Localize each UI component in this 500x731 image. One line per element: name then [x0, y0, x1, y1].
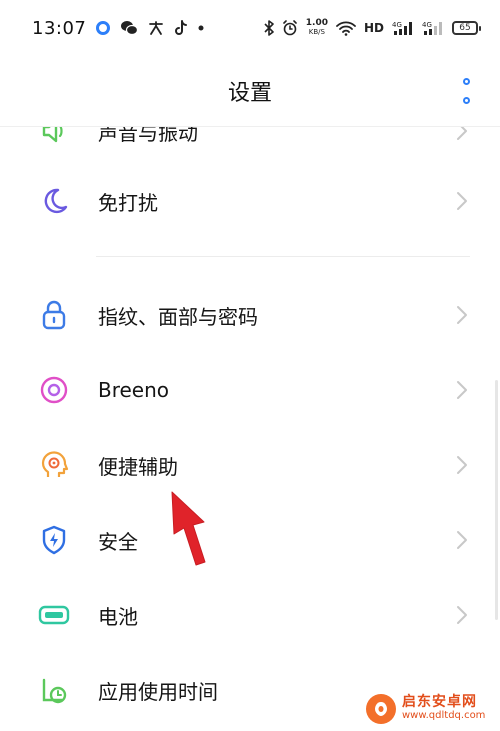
battery-icon — [38, 599, 70, 631]
settings-item-label: 免打扰 — [98, 190, 158, 215]
settings-item-security-lock[interactable]: 指纹、面部与密码 — [0, 278, 500, 352]
watermark-logo-icon — [366, 693, 396, 724]
settings-item-breeno[interactable]: Breeno — [0, 353, 500, 427]
status-left: 13:07 — [32, 18, 204, 39]
more-dot — [462, 78, 470, 85]
settings-item-label: 电池 — [98, 604, 138, 629]
app-header: 设置 — [0, 56, 500, 127]
tiktok-icon — [174, 20, 188, 36]
alarm-icon — [282, 20, 298, 36]
settings-item-label: 安全 — [98, 529, 138, 554]
hd-label: HD — [363, 21, 384, 35]
status-bar: 13:07 1.00 KB/S HD 4G 4G 65 — [0, 0, 500, 56]
watermark-title: 启东安卓网 — [402, 693, 477, 710]
network-speed-unit: KB/S — [308, 28, 325, 36]
signal-icon-2: 4G — [422, 20, 444, 36]
app-notify-icon-2 — [148, 20, 164, 36]
chevron-right-icon — [457, 306, 467, 324]
wifi-icon — [336, 20, 356, 36]
settings-item-label: Breeno — [98, 378, 170, 402]
app-notify-icon — [96, 21, 111, 35]
bluetooth-icon — [264, 20, 274, 36]
settings-item-safety[interactable]: 安全 — [0, 503, 500, 577]
settings-item-label: 指纹、面部与密码 — [98, 304, 258, 329]
settings-item-label: 应用使用时间 — [98, 679, 218, 704]
shield-icon — [38, 524, 70, 556]
watermark-url: www.qdltdq.com — [402, 709, 486, 721]
battery-level: 65 — [452, 21, 481, 35]
lock-icon — [38, 299, 70, 331]
settings-item-battery[interactable]: 电池 — [0, 578, 500, 652]
settings-item-label: 便捷辅助 — [98, 454, 178, 479]
status-right: 1.00 KB/S HD 4G 4G 65 — [264, 19, 481, 37]
clock-icon — [38, 674, 70, 706]
svg-text:4G: 4G — [422, 21, 432, 29]
pointer-arrow-icon — [171, 491, 206, 566]
watermark-text: 启东安卓网 www.qdltdq.com — [402, 695, 485, 723]
breeno-icon — [38, 374, 70, 406]
assist-head-icon — [38, 449, 70, 481]
chevron-right-icon — [457, 381, 467, 399]
svg-text:4G: 4G — [392, 21, 402, 29]
wechat-icon — [120, 20, 139, 36]
section-divider — [96, 256, 470, 257]
moon-icon — [38, 185, 70, 217]
more-notify-dot-icon — [198, 25, 204, 31]
scrollbar[interactable] — [495, 380, 498, 620]
page-title: 设置 — [227, 81, 272, 106]
chevron-right-icon — [457, 531, 467, 549]
more-dot — [462, 97, 470, 104]
settings-item-dnd[interactable]: 免打扰 — [0, 164, 500, 238]
signal-icon: 4G — [392, 20, 414, 36]
more-options-button[interactable] — [460, 78, 472, 104]
watermark: 启东安卓网 www.qdltdq.com — [366, 686, 500, 731]
chevron-right-icon — [457, 192, 467, 210]
chevron-right-icon — [457, 456, 467, 474]
settings-item-convenience[interactable]: 便捷辅助 — [0, 428, 500, 502]
status-time: 13:07 — [32, 17, 87, 39]
network-speed: 1.00 KB/S — [306, 19, 328, 37]
network-speed-value: 1.00 — [305, 18, 328, 28]
chevron-right-icon — [457, 606, 467, 624]
